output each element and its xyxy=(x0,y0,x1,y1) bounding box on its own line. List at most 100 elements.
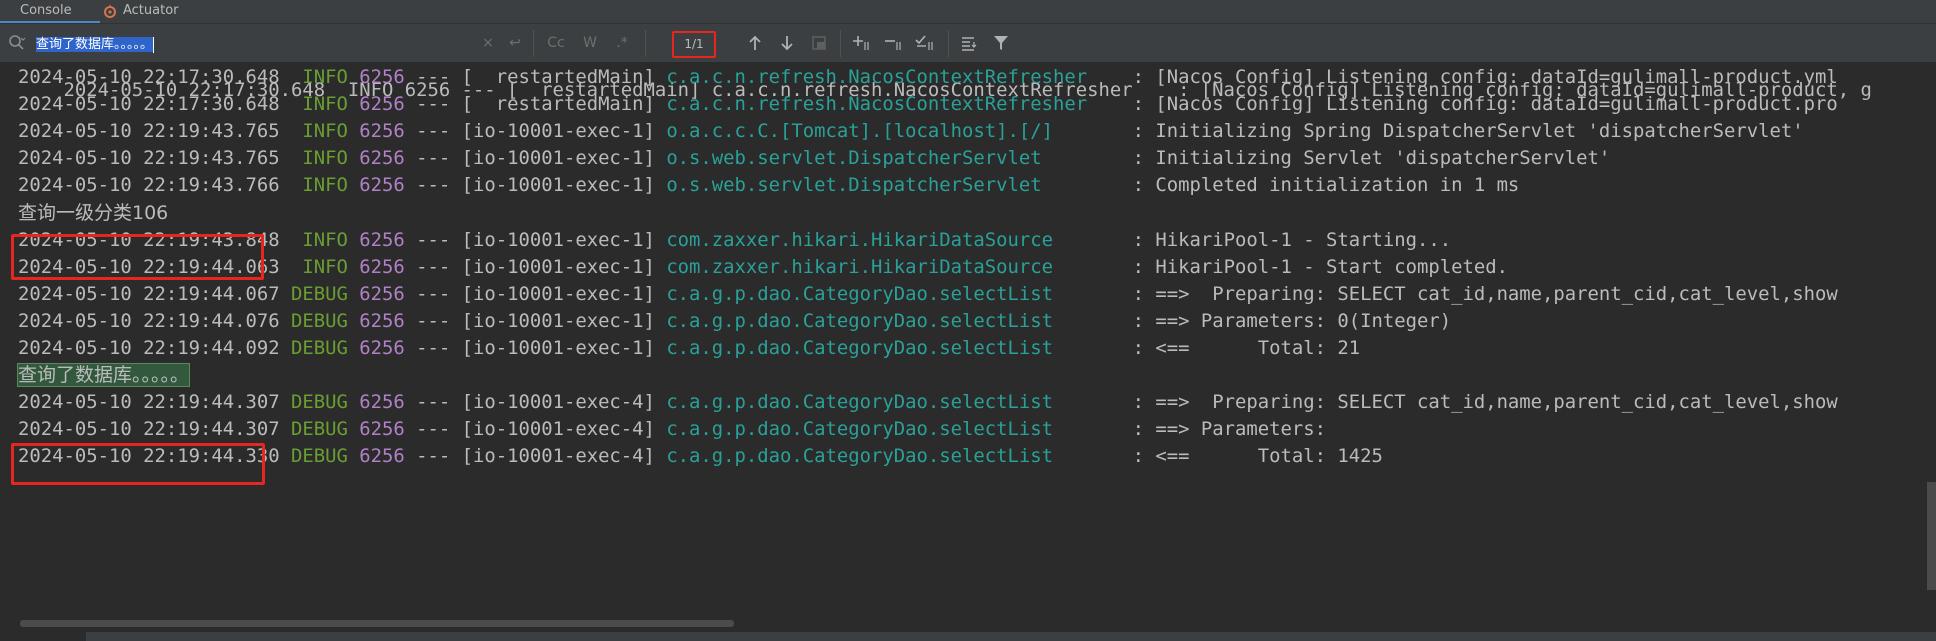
search-match-text: 查询了数据库。。。。。 xyxy=(16,363,191,388)
log-level: DEBUG xyxy=(290,418,348,441)
log-level: INFO xyxy=(290,174,348,197)
bottom-tab xyxy=(0,632,86,641)
log-thread: --- [io-10001-exec-1] xyxy=(416,228,655,251)
log-level: DEBUG xyxy=(290,309,348,332)
log-level: INFO xyxy=(290,255,348,278)
log-logger: com.zaxxer.hikari.HikariDataSource xyxy=(666,255,1122,278)
status-strip xyxy=(0,632,1936,641)
highlight-box-category xyxy=(11,234,264,280)
log-message: : HikariPool-1 - Starting... xyxy=(1121,228,1452,251)
log-message: : <== Total: 1425 xyxy=(1121,445,1383,468)
search-icon[interactable] xyxy=(8,34,26,52)
log-pid: 6256 xyxy=(359,174,405,197)
search-input[interactable]: 查询了数据库。。。。。 xyxy=(36,33,206,53)
log-logger: c.a.g.p.dao.CategoryDao.selectList xyxy=(666,391,1122,414)
log-thread: --- [io-10001-exec-1] xyxy=(416,309,655,332)
log-logger: c.a.c.n.refresh.NacosContextRefresher xyxy=(666,93,1122,116)
log-pid: 6256 xyxy=(359,147,405,170)
log-thread: --- [io-10001-exec-1] xyxy=(416,337,655,359)
log-pid: 6256 xyxy=(359,282,405,305)
tab-console[interactable]: Console xyxy=(0,0,100,23)
highlight-box-query xyxy=(11,443,265,485)
tab-actuator-label: Actuator xyxy=(123,3,179,18)
log-thread: --- [io-10001-exec-4] xyxy=(416,391,655,414)
log-level: DEBUG xyxy=(290,391,348,414)
log-logger: c.a.g.p.dao.CategoryDao.selectList xyxy=(666,282,1122,305)
horizontal-scrollbar-thumb[interactable] xyxy=(20,620,734,627)
find-bar: 查询了数据库。。。。。 × ↩ Cc W .* 1/1 xyxy=(0,24,1936,63)
log-thread: --- [ restartedMain] xyxy=(416,66,655,88)
log-thread: --- [io-10001-exec-1] xyxy=(416,282,655,305)
log-thread: --- [io-10001-exec-1] xyxy=(416,120,655,143)
open-in-window-icon[interactable] xyxy=(810,34,828,52)
arrow-down-icon[interactable] xyxy=(778,34,796,52)
log-line: 2024-05-10 22:17:30.648 INFO 6256 --- [ … xyxy=(18,89,1838,119)
match-case-toggle[interactable]: Cc xyxy=(544,33,568,53)
log-pid: 6256 xyxy=(359,66,405,88)
log-timestamp: 2024-05-10 22:17:30.648 xyxy=(18,66,280,88)
log-line-plain: 查询了数据库。。。。。 xyxy=(16,360,191,390)
log-line: 2024-05-10 22:19:43.765 INFO 6256 --- [i… xyxy=(18,143,1610,173)
log-logger: c.a.g.p.dao.CategoryDao.selectList xyxy=(666,337,1122,359)
log-pid: 6256 xyxy=(359,445,405,468)
log-message: : <== Total: 21 xyxy=(1121,337,1361,359)
regex-toggle[interactable]: .* xyxy=(612,33,632,53)
log-timestamp: 2024-05-10 22:19:44.307 xyxy=(18,418,280,441)
log-line-plain: 查询一级分类106 xyxy=(18,198,168,228)
log-logger: o.s.web.servlet.DispatcherServlet xyxy=(666,147,1122,170)
remove-occurrence-icon[interactable] xyxy=(884,34,906,52)
actuator-icon xyxy=(104,3,116,18)
match-count: 1/1 xyxy=(672,31,716,58)
whole-words-toggle[interactable]: W xyxy=(580,33,600,53)
log-timestamp: 2024-05-10 22:19:44.067 xyxy=(18,282,280,305)
funnel-filter-icon[interactable] xyxy=(992,34,1010,52)
log-timestamp: 2024-05-10 22:19:44.092 xyxy=(18,337,280,359)
log-pid: 6256 xyxy=(359,309,405,332)
log-line: 2024-05-10 22:19:44.076 DEBUG 6256 --- [… xyxy=(18,306,1451,336)
log-level: DEBUG xyxy=(290,282,348,305)
log-line: 2024-05-10 22:19:43.766 INFO 6256 --- [i… xyxy=(18,170,1519,200)
log-thread: --- [io-10001-exec-1] xyxy=(416,174,655,197)
log-line: 2024-05-10 22:19:44.307 DEBUG 6256 --- [… xyxy=(18,387,1838,417)
log-thread: --- [io-10001-exec-1] xyxy=(416,255,655,278)
log-message: : HikariPool-1 - Start completed. xyxy=(1121,255,1508,278)
log-message: : [Nacos Config] Listening config: dataI… xyxy=(1121,66,1838,88)
log-timestamp: 2024-05-10 22:19:44.307 xyxy=(18,391,280,414)
filter-lines-icon[interactable] xyxy=(960,34,978,52)
log-line: 2024-05-10 22:19:44.067 DEBUG 6256 --- [… xyxy=(18,279,1838,309)
console-output[interactable]: 2024-05-10 22:17:30.648 INFO 6256 --- [ … xyxy=(0,64,1936,629)
search-query-text: 查询了数据库。。。。。 xyxy=(36,37,154,52)
log-timestamp: 2024-05-10 22:17:30.648 xyxy=(18,93,280,116)
log-pid: 6256 xyxy=(359,418,405,441)
log-logger: o.a.c.c.C.[Tomcat].[localhost].[/] xyxy=(666,120,1122,143)
log-message: : Completed initialization in 1 ms xyxy=(1121,174,1520,197)
log-pid: 6256 xyxy=(359,255,405,278)
log-logger: c.a.g.p.dao.CategoryDao.selectList xyxy=(666,418,1122,441)
log-level: INFO xyxy=(290,93,348,116)
divider xyxy=(948,30,949,57)
log-plain-text: 查询一级分类106 xyxy=(18,201,169,224)
log-level: INFO xyxy=(290,66,348,88)
log-message: : ==> Preparing: SELECT cat_id,name,pare… xyxy=(1121,391,1838,414)
tool-window-tabbar: Console Actuator xyxy=(0,0,1936,24)
divider xyxy=(645,30,646,57)
new-line-icon[interactable]: ↩ xyxy=(506,33,524,53)
add-occurrence-icon[interactable] xyxy=(852,34,874,52)
tab-actuator[interactable]: Actuator xyxy=(100,0,179,23)
log-level: INFO xyxy=(290,120,348,143)
arrow-up-icon[interactable] xyxy=(746,34,764,52)
vertical-scrollbar[interactable] xyxy=(1927,482,1936,590)
clear-search-icon[interactable]: × xyxy=(482,33,494,53)
log-level: DEBUG xyxy=(290,337,348,359)
log-pid: 6256 xyxy=(359,93,405,116)
log-message: : ==> Preparing: SELECT cat_id,name,pare… xyxy=(1121,282,1838,305)
log-timestamp: 2024-05-10 22:19:43.765 xyxy=(18,120,280,143)
log-timestamp: 2024-05-10 22:19:44.076 xyxy=(18,309,280,332)
log-message: : ==> Parameters: 0(Integer) xyxy=(1121,309,1452,332)
log-message: : ==> Parameters: xyxy=(1121,418,1338,441)
select-all-occurrences-icon[interactable] xyxy=(915,34,939,52)
log-line: 2024-05-10 22:19:44.092 DEBUG 6256 --- [… xyxy=(18,333,1360,363)
log-timestamp: 2024-05-10 22:19:43.765 xyxy=(18,147,280,170)
log-thread: --- [io-10001-exec-1] xyxy=(416,147,655,170)
log-level: INFO xyxy=(290,228,348,251)
